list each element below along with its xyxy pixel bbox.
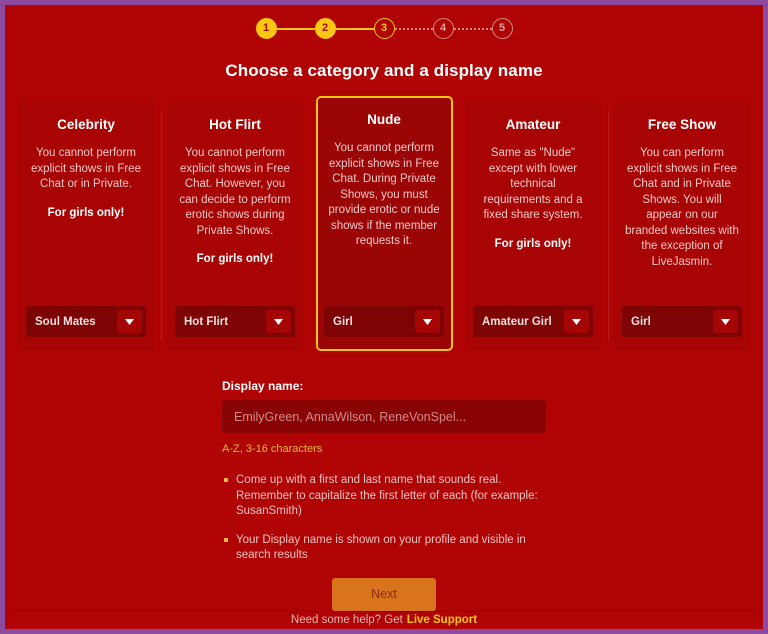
category-title: Free Show: [647, 117, 717, 132]
category-title: Nude: [367, 112, 401, 127]
category-select-amateur[interactable]: Amateur Girl: [473, 306, 593, 337]
category-note: For girls only!: [196, 253, 274, 265]
step-number: 4: [439, 22, 447, 34]
footer-help-text: Need some help? Get: [290, 614, 403, 627]
category-description: You cannot perform explicit shows in Fre…: [328, 142, 440, 247]
category-select-celebrity[interactable]: Soul Mates: [26, 306, 146, 337]
step-indicator-1[interactable]: 1: [255, 18, 277, 39]
step-number: 1: [262, 22, 270, 34]
category-select-hot-flirt[interactable]: Hot Flirt: [175, 306, 295, 337]
step-indicator-4: 4: [432, 18, 454, 39]
select-value: Hot Flirt: [184, 315, 229, 328]
step-connector-1-2: [276, 27, 315, 30]
category-card-nude[interactable]: Nude You cannot perform explicit shows i…: [315, 96, 453, 351]
display-name-form: Display name: A-Z, 3-16 characters Come …: [222, 379, 546, 611]
step-number: 2: [321, 22, 329, 34]
select-value: Girl: [333, 315, 353, 328]
live-support-link[interactable]: Live Support: [407, 614, 477, 626]
chevron-down-icon[interactable]: [713, 310, 738, 333]
category-description: Same as "Nude" except with lower technic…: [483, 147, 583, 221]
step-indicator-2[interactable]: 2: [314, 18, 336, 39]
category-title: Amateur: [505, 117, 561, 132]
step-connector-4-5: [453, 27, 492, 30]
category-description: You cannot perform explicit shows in Fre…: [31, 147, 141, 190]
category-note: For girls only!: [494, 237, 572, 250]
chevron-down-icon[interactable]: [266, 310, 291, 333]
category-note: For girls only!: [47, 206, 125, 219]
category-description: You can perform explicit shows in Free C…: [625, 147, 739, 268]
signup-wizard-page: 1 2 3 4 5 Choose a category and a displa…: [5, 5, 763, 629]
step-connector-2-3: [335, 27, 374, 30]
step-number: 3: [380, 22, 388, 34]
step-indicator-5: 5: [491, 18, 513, 39]
category-title: Celebrity: [57, 117, 115, 132]
footer: Need some help? Get Live Support: [5, 610, 763, 630]
category-select-nude[interactable]: Girl: [324, 306, 444, 337]
category-card-free-show[interactable]: Free Show You can perform explicit shows…: [607, 101, 751, 351]
next-button-row: Next: [222, 577, 546, 611]
category-select-free-show[interactable]: Girl: [622, 306, 742, 337]
tip-item: Come up with a first and last name that …: [222, 473, 546, 520]
category-description: You cannot perform explicit shows in Fre…: [179, 147, 291, 237]
tip-item: Your Display name is shown on your profi…: [222, 533, 546, 564]
step-connector-3-4: [394, 27, 433, 30]
category-card-amateur[interactable]: Amateur Same as "Nude" except with lower…: [464, 101, 602, 351]
display-name-input[interactable]: [222, 400, 546, 433]
progress-stepper: 1 2 3 4 5: [5, 18, 763, 39]
display-name-label: Display name:: [222, 379, 304, 393]
select-value: Girl: [631, 315, 651, 328]
category-card-hot-flirt[interactable]: Hot Flirt You cannot perform explicit sh…: [160, 101, 304, 351]
select-value: Amateur Girl: [482, 315, 552, 328]
chevron-down-icon[interactable]: [117, 310, 142, 333]
chevron-down-icon[interactable]: [415, 310, 440, 333]
category-card-celebrity[interactable]: Celebrity You cannot perform explicit sh…: [17, 101, 155, 351]
step-indicator-3[interactable]: 3: [373, 18, 395, 39]
category-title: Hot Flirt: [209, 117, 261, 132]
step-number: 5: [498, 22, 506, 34]
category-card-list: Celebrity You cannot perform explicit sh…: [5, 96, 763, 351]
chevron-down-icon[interactable]: [564, 310, 589, 333]
select-value: Soul Mates: [35, 315, 96, 328]
page-title: Choose a category and a display name: [225, 61, 543, 80]
display-name-tips: Come up with a first and last name that …: [222, 473, 546, 564]
display-name-hint: A-Z, 3-16 characters: [222, 443, 323, 455]
next-button[interactable]: Next: [332, 577, 436, 611]
